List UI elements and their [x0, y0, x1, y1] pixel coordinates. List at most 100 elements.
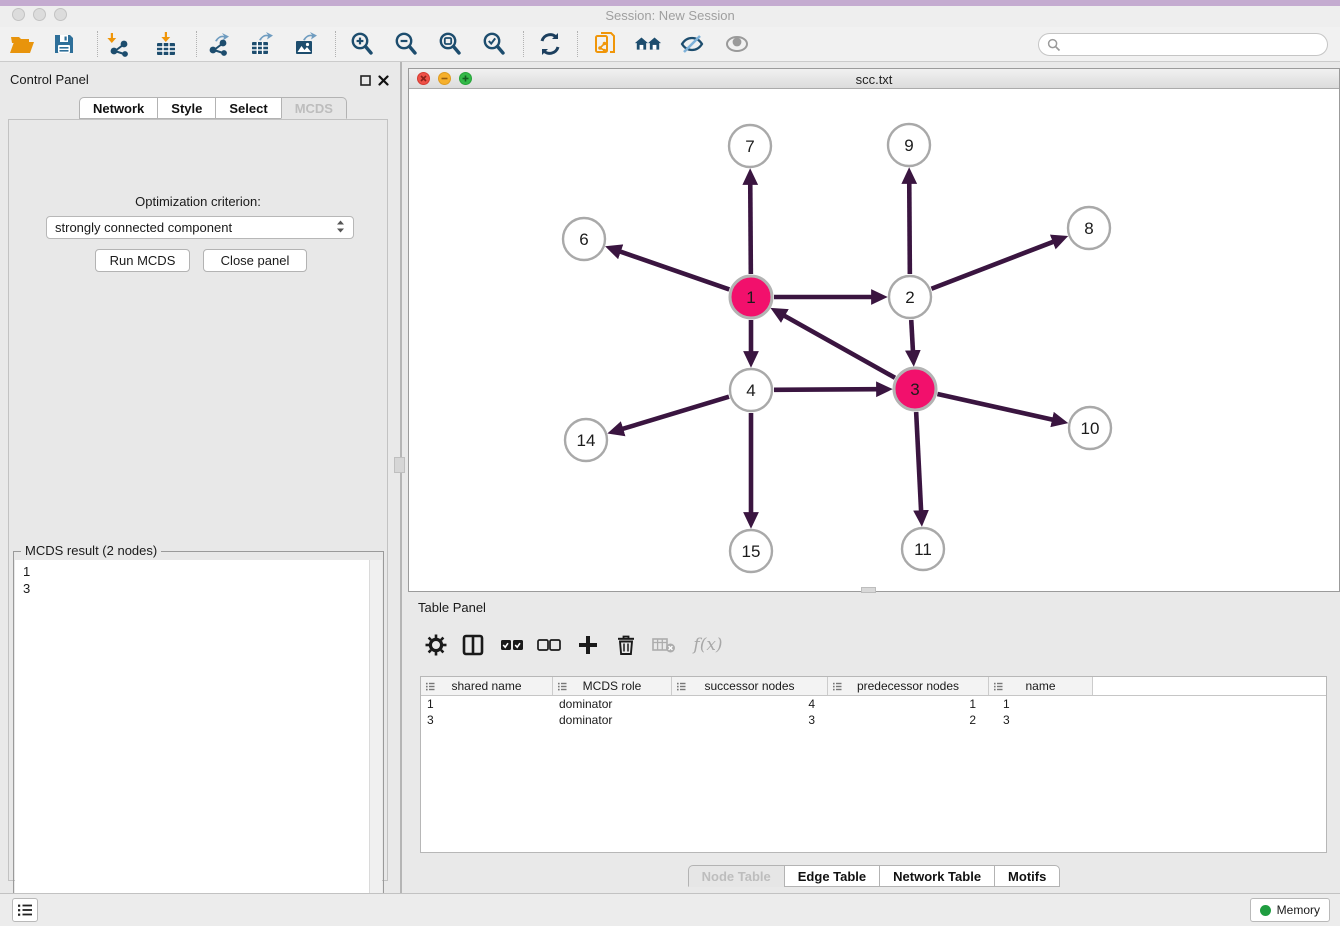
- table-options-gear-icon[interactable]: [423, 632, 449, 658]
- node-label-9: 9: [904, 136, 913, 155]
- table-cell[interactable]: 3: [989, 712, 1093, 728]
- column-header-shared-name[interactable]: shared name: [421, 677, 553, 695]
- select-all-icon[interactable]: [499, 632, 525, 658]
- show-all-networks-icon[interactable]: [634, 30, 662, 58]
- table-cell[interactable]: dominator: [553, 696, 672, 712]
- column-browser-icon[interactable]: [460, 632, 486, 658]
- export-image-icon[interactable]: [292, 30, 320, 58]
- table-header-row: shared nameMCDS rolesuccessor nodesprede…: [421, 677, 1326, 696]
- deselect-all-icon[interactable]: [536, 632, 562, 658]
- node-label-2: 2: [905, 288, 914, 307]
- result-scrollbar[interactable]: [369, 560, 382, 926]
- edge-2-8[interactable]: [931, 242, 1053, 289]
- table-cell[interactable]: 3: [421, 712, 553, 728]
- toolbar-separator: [196, 31, 197, 57]
- save-session-icon[interactable]: [50, 30, 78, 58]
- status-bar: Memory: [0, 893, 1340, 926]
- export-table-icon[interactable]: [248, 30, 276, 58]
- node-label-11: 11: [914, 540, 932, 559]
- run-mcds-button[interactable]: Run MCDS: [95, 249, 190, 272]
- edge-1-6[interactable]: [620, 251, 729, 289]
- toolbar-separator: [577, 31, 578, 57]
- criterion-select[interactable]: strongly connected component: [46, 216, 354, 239]
- zoom-in-icon[interactable]: [348, 30, 376, 58]
- criterion-value: strongly connected component: [55, 220, 232, 235]
- search-icon: [1047, 38, 1061, 52]
- toolbar-separator: [335, 31, 336, 57]
- task-history-button[interactable]: [12, 898, 38, 922]
- network-window-titlebar[interactable]: scc.txt: [409, 69, 1339, 89]
- open-session-icon[interactable]: [8, 30, 36, 58]
- tab-node-table[interactable]: Node Table: [688, 865, 785, 887]
- import-network-icon[interactable]: [104, 30, 132, 58]
- table-row[interactable]: 3dominator323: [421, 712, 1326, 728]
- float-panel-icon[interactable]: [359, 74, 372, 87]
- result-line: 1: [15, 563, 382, 580]
- tab-style[interactable]: Style: [157, 97, 216, 119]
- node-label-10: 10: [1081, 419, 1100, 438]
- table-tabs: Node TableEdge TableNetwork TableMotifs: [408, 865, 1340, 887]
- import-table-icon[interactable]: [152, 30, 180, 58]
- delete-table-icon: [651, 632, 677, 658]
- table-cell[interactable]: dominator: [553, 712, 672, 728]
- edge-2-9[interactable]: [909, 183, 910, 274]
- splitter-grip[interactable]: [394, 457, 405, 473]
- birds-eye-view-icon[interactable]: [723, 30, 751, 58]
- panel-splitter[interactable]: [400, 62, 402, 893]
- table-cell[interactable]: 1: [989, 696, 1093, 712]
- network-canvas[interactable]: 7968124314101511: [409, 89, 1339, 591]
- mcds-tab-content: Optimization criterion: strongly connect…: [8, 119, 388, 881]
- memory-button[interactable]: Memory: [1250, 898, 1330, 922]
- session-title: Session: New Session: [0, 8, 1340, 23]
- column-header-predecessor-nodes[interactable]: predecessor nodes: [828, 677, 989, 695]
- edge-4-3[interactable]: [774, 389, 877, 390]
- table-cell[interactable]: 1: [828, 696, 989, 712]
- zoom-fit-icon[interactable]: [436, 30, 464, 58]
- node-table[interactable]: shared nameMCDS rolesuccessor nodesprede…: [420, 676, 1327, 853]
- search-input[interactable]: [1038, 33, 1328, 56]
- toolbar-separator: [97, 31, 98, 57]
- mcds-result-area[interactable]: 13: [15, 560, 382, 926]
- tab-select[interactable]: Select: [215, 97, 281, 119]
- column-header-successor-nodes[interactable]: successor nodes: [672, 677, 828, 695]
- zoom-out-icon[interactable]: [392, 30, 420, 58]
- clone-network-icon[interactable]: [591, 30, 619, 58]
- apply-layout-icon[interactable]: [536, 30, 564, 58]
- close-panel-icon[interactable]: [377, 74, 390, 87]
- add-column-icon[interactable]: [575, 632, 601, 658]
- column-header-name[interactable]: name: [989, 677, 1093, 695]
- table-cell[interactable]: 4: [672, 696, 828, 712]
- control-panel-title: Control Panel: [10, 72, 89, 87]
- edge-3-1[interactable]: [784, 316, 895, 378]
- table-row[interactable]: 1dominator411: [421, 696, 1326, 712]
- close-panel-button[interactable]: Close panel: [203, 249, 307, 272]
- edge-3-11[interactable]: [916, 412, 921, 511]
- application-window: Session: New Session: [0, 0, 1340, 926]
- export-network-icon[interactable]: [204, 30, 232, 58]
- edge-1-7[interactable]: [750, 184, 751, 274]
- delete-column-trash-icon[interactable]: [613, 632, 639, 658]
- tab-mcds[interactable]: MCDS: [281, 97, 347, 119]
- edge-3-10[interactable]: [937, 394, 1052, 420]
- titlebar: Session: New Session: [0, 6, 1340, 27]
- edge-4-14[interactable]: [622, 397, 729, 429]
- node-label-4: 4: [746, 381, 755, 400]
- tab-network[interactable]: Network: [79, 97, 158, 119]
- node-label-6: 6: [579, 230, 588, 249]
- main-toolbar: [0, 27, 1340, 62]
- table-cell[interactable]: 1: [421, 696, 553, 712]
- mcds-result-title: MCDS result (2 nodes): [21, 543, 161, 558]
- table-cell[interactable]: 2: [828, 712, 989, 728]
- tab-network-table[interactable]: Network Table: [879, 865, 995, 887]
- node-label-14: 14: [577, 431, 596, 450]
- zoom-selected-icon[interactable]: [480, 30, 508, 58]
- node-label-3: 3: [910, 380, 919, 399]
- tab-edge-table[interactable]: Edge Table: [784, 865, 880, 887]
- network-title: scc.txt: [409, 72, 1339, 87]
- hide-annotations-icon[interactable]: [678, 30, 706, 58]
- horizontal-splitter-grip[interactable]: [861, 587, 876, 593]
- column-header-MCDS-role[interactable]: MCDS role: [553, 677, 672, 695]
- tab-motifs[interactable]: Motifs: [994, 865, 1060, 887]
- table-cell[interactable]: 3: [672, 712, 828, 728]
- edge-2-3[interactable]: [911, 320, 913, 351]
